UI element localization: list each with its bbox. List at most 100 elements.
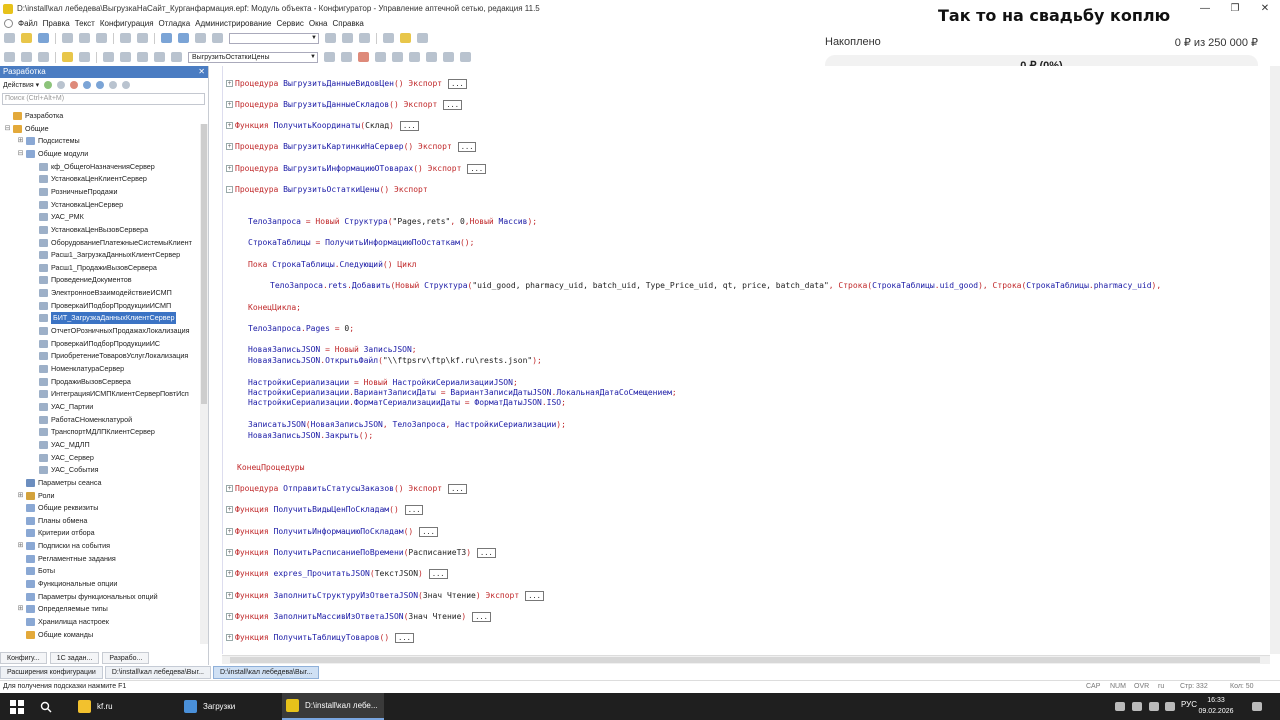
tree-node[interactable]: ОборудованиеПлатежныеСистемыКлиент — [30, 237, 192, 249]
edit-icon[interactable] — [57, 81, 66, 89]
move-down-icon[interactable] — [96, 81, 105, 89]
search-button[interactable] — [40, 693, 60, 720]
expand-icon[interactable]: + — [226, 485, 233, 492]
tree-node[interactable]: Расш1_ЗагрузкаДанныхКлиентСервер — [30, 249, 180, 261]
cut-icon[interactable] — [62, 33, 73, 43]
tree-node[interactable]: Параметры сеанса — [17, 477, 101, 489]
tree-node[interactable]: Расш1_ПродажиВызовСервера — [30, 262, 157, 274]
breakpoint-icon[interactable] — [341, 52, 352, 62]
menu-item[interactable]: Администрирование — [195, 19, 271, 28]
tree-node[interactable]: РаботаСНоменклатурой — [30, 414, 132, 426]
tree-node[interactable]: ПродажиВызовСервера — [30, 376, 131, 388]
sort-icon[interactable] — [109, 81, 118, 89]
tree-node[interactable]: УстановкаЦенКлиентСервер — [30, 173, 147, 185]
goto-definition-icon[interactable] — [324, 52, 335, 62]
tree-node[interactable]: Общие команды — [17, 629, 93, 641]
tree-node[interactable]: ТранспортМДЛПКлиентСервер — [30, 426, 155, 438]
expand-icon[interactable]: + — [226, 634, 233, 641]
code-line[interactable]: НоваяЗаписьJSON = Новый ЗаписьJSON; — [248, 344, 417, 355]
open-file-icon[interactable] — [21, 33, 32, 43]
settings-icon[interactable] — [460, 52, 471, 62]
menu-item[interactable]: Окна — [309, 19, 328, 28]
code-line[interactable]: + Процедура ОтправитьСтатусыЗаказов() Экс… — [226, 483, 467, 494]
code-line[interactable]: + Функция ЗаполнитьСтруктуруИзОтветаJSON(… — [226, 590, 544, 601]
tree-node[interactable]: Боты — [17, 565, 55, 577]
collapse-icon[interactable]: - — [226, 186, 233, 193]
stop-icon[interactable] — [358, 52, 369, 62]
tree-node[interactable]: УАС_Партии — [30, 401, 93, 413]
expand-icon[interactable]: + — [226, 506, 233, 513]
tree-node[interactable]: ПроверкаИПодборПродукцииИСМП — [30, 300, 171, 312]
code-line[interactable]: КонецЦикла; — [248, 302, 301, 313]
collapsed-block-marker[interactable]: ... — [477, 547, 496, 558]
collapsed-block-marker[interactable]: ... — [457, 141, 477, 152]
uncomment-icon[interactable] — [154, 52, 165, 62]
delete-icon[interactable] — [70, 81, 79, 89]
tree-node[interactable]: Хранилища настроек — [17, 616, 109, 628]
code-line[interactable]: + Процедура ВыгрузитьИнформациюОТоварах()… — [226, 163, 487, 174]
start-button[interactable] — [10, 693, 30, 720]
maximize-button[interactable]: ❐ — [1220, 0, 1250, 17]
expand-icon[interactable]: + — [226, 122, 233, 129]
new-file-icon[interactable] — [4, 33, 15, 43]
code-line[interactable]: НастройкиСериализации.ФорматСериализации… — [248, 397, 566, 408]
code-line[interactable]: + Функция ПолучитьВидыЦенПоСкладам()... — [226, 504, 424, 515]
tree-node[interactable]: Параметры функциональных опций — [17, 591, 158, 603]
indent-icon[interactable] — [103, 52, 114, 62]
code-line[interactable]: + Процедура ВыгрузитьДанныеВидовЦен() Экс… — [226, 78, 467, 89]
collapsed-block-marker[interactable]: ... — [399, 120, 419, 131]
tree-search-input[interactable]: Поиск (Ctrl+Alt+M) — [2, 93, 205, 105]
expand-icon[interactable]: + — [226, 80, 233, 87]
tree-node[interactable]: Разработка — [4, 110, 63, 122]
taskbar-app-browser[interactable]: kf.ru — [74, 693, 169, 720]
code-line[interactable]: ТелоЗапроса.rets.Добавить(Новый Структур… — [270, 280, 1161, 291]
replace-icon[interactable] — [359, 33, 370, 43]
network-icon[interactable] — [1149, 702, 1159, 711]
expand-toggle-icon[interactable]: ⊞ — [17, 603, 24, 615]
close-panel-icon[interactable]: ✕ — [198, 66, 205, 78]
preview-icon[interactable] — [137, 33, 148, 43]
wrap-icon[interactable] — [171, 52, 182, 62]
tree-node[interactable]: ИнтеграцияИСМПКлиентСерверПовтИсп — [30, 388, 189, 400]
compare-icon[interactable] — [21, 52, 32, 62]
notifications-icon[interactable] — [1252, 702, 1262, 711]
code-line[interactable]: НоваяЗаписьJSON.Закрыть(); — [248, 430, 373, 441]
code-editor[interactable]: + Процедура ВыгрузитьДанныеВидовЦен() Экс… — [222, 66, 1280, 654]
menu-item[interactable]: Отладка — [159, 19, 191, 28]
code-line[interactable]: ЗаписатьJSON(НоваяЗаписьJSON, ТелоЗапрос… — [248, 419, 566, 430]
search-combo[interactable]: ▼ — [229, 32, 319, 44]
menu-item[interactable]: Файл — [18, 19, 38, 28]
find-icon[interactable] — [195, 33, 206, 43]
expand-icon[interactable]: + — [226, 592, 233, 599]
save-icon[interactable] — [38, 33, 49, 43]
menu-item[interactable]: Сервис — [276, 19, 303, 28]
code-line[interactable]: - Процедура ВыгрузитьОстаткиЦены() Экспор… — [226, 184, 428, 195]
tree-node[interactable]: ⊟ Общие — [4, 123, 49, 135]
collapsed-block-marker[interactable]: ... — [472, 611, 491, 622]
keyboard-language[interactable]: РУС — [1181, 700, 1197, 709]
watch-icon[interactable] — [426, 52, 437, 62]
tree-node[interactable]: ⊞ Роли — [17, 490, 55, 502]
comment-icon[interactable] — [137, 52, 148, 62]
menu-item[interactable]: Конфигурация — [100, 19, 154, 28]
tree-node[interactable]: НоменклатураСервер — [30, 363, 124, 375]
menu-item[interactable]: Текст — [75, 19, 95, 28]
tab-configuration[interactable]: Конфигу... — [0, 652, 47, 664]
outdent-icon[interactable] — [120, 52, 131, 62]
tree-node[interactable]: УстановкаЦенВызовСервера — [30, 224, 148, 236]
expand-icon[interactable]: + — [226, 570, 233, 577]
tree-node[interactable]: ОтчетОРозничныхПродажахЛокализация — [30, 325, 190, 337]
redo-icon[interactable] — [178, 33, 189, 43]
code-line[interactable]: Пока СтрокаТаблицы.Следующий() Цикл — [248, 259, 417, 270]
tree-node[interactable]: Общие реквизиты — [17, 502, 98, 514]
expand-icon[interactable]: + — [226, 143, 233, 150]
window-tab-epf-form[interactable]: D:\install\кал лебедева\Выг... — [104, 666, 211, 679]
tree-node[interactable]: ⊟ Общие модули — [17, 148, 88, 160]
run-icon[interactable] — [79, 52, 90, 62]
clock[interactable]: 16:33 09.02.2026 — [1196, 695, 1236, 717]
expand-icon[interactable]: + — [226, 528, 233, 535]
editor-scroll-thumb[interactable] — [230, 657, 1260, 663]
expand-toggle-icon[interactable]: ⊞ — [17, 540, 24, 552]
taskbar-app-downloads[interactable]: Загрузки — [180, 693, 275, 720]
code-line[interactable]: ТелоЗапроса.Pages = 0; — [248, 323, 354, 334]
